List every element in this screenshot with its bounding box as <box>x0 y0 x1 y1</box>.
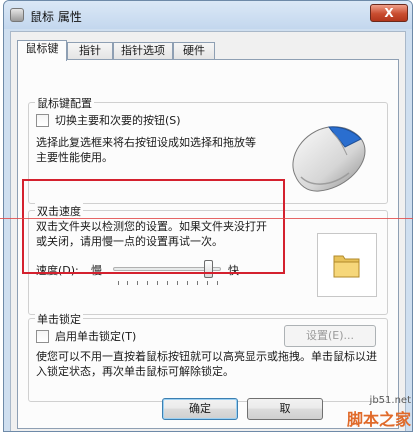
speed-slider-tick <box>127 281 128 285</box>
speed-slider-tick <box>187 281 188 285</box>
close-button[interactable]: X <box>370 4 408 22</box>
watermark: jb51.net 脚本之家 <box>347 395 411 430</box>
dialog-client-area: 鼠标键 指针 指针选项 硬件 鼠标键配置 切换主要和次要的按钮(S) 选择此复选… <box>10 31 406 431</box>
speed-slider-tick <box>157 281 158 285</box>
mouse-illustration <box>292 126 366 192</box>
button-config-group: 鼠标键配置 切换主要和次要的按钮(S) 选择此复选框来将右按钮设成如选择和拖放等… <box>28 95 388 204</box>
speed-slider-thumb[interactable] <box>204 260 213 278</box>
speed-slow-label: 慢 <box>91 264 102 277</box>
double-click-speed-slider[interactable] <box>113 259 221 287</box>
speed-slider-tick <box>137 281 138 285</box>
click-lock-settings-button[interactable]: 设置(E)... <box>284 325 376 347</box>
button-config-description: 选择此复选框来将右按钮设成如选择和拖放等主要性能使用。 <box>36 136 256 164</box>
title-bar[interactable]: 鼠标 属性 X <box>4 1 412 29</box>
tab-hardware[interactable]: 硬件 <box>173 42 215 60</box>
speed-slider-tick <box>177 281 178 285</box>
test-folder-area[interactable] <box>317 233 377 297</box>
speed-slider-tick <box>147 281 148 285</box>
mouse-app-icon <box>10 8 24 22</box>
cancel-button[interactable]: 取 <box>247 398 323 420</box>
double-click-group: 双击速度 双击文件夹以检测您的设置。如果文件夹没打开或关闭，请用慢一点的设置再试… <box>28 203 388 315</box>
double-click-title: 双击速度 <box>35 203 83 219</box>
double-click-description: 双击文件夹以检测您的设置。如果文件夹没打开或关闭，请用慢一点的设置再试一次。 <box>36 220 267 248</box>
speed-label: 速度(D): <box>36 264 79 277</box>
speed-slider-tick <box>207 281 208 285</box>
click-lock-group: 单击锁定 启用单击锁定(T) 设置(E)... 使您可以不用一直按着鼠标按钮就可… <box>28 311 388 402</box>
switch-buttons-checkbox[interactable] <box>36 114 49 127</box>
speed-slider-tick <box>217 281 218 285</box>
folder-icon[interactable] <box>332 250 362 280</box>
ok-button[interactable]: 确定 <box>162 398 238 420</box>
tab-pointers[interactable]: 指针 <box>67 42 113 60</box>
watermark-site-name: 脚本之家 <box>346 410 411 429</box>
button-config-title: 鼠标键配置 <box>35 95 94 111</box>
speed-slider-tick <box>167 281 168 285</box>
watermark-url: jb51.net <box>369 395 411 406</box>
click-lock-title: 单击锁定 <box>35 311 83 327</box>
tab-pointer-options[interactable]: 指针选项 <box>113 42 173 60</box>
mouse-properties-window: 鼠标 属性 X 鼠标键 指针 指针选项 硬件 鼠标键配置 切换主要和次要的按钮(… <box>3 0 413 432</box>
speed-slider-tick <box>197 281 198 285</box>
click-lock-checkbox[interactable] <box>36 330 49 343</box>
speed-slider-tick <box>118 281 119 285</box>
switch-buttons-label[interactable]: 切换主要和次要的按钮(S) <box>55 113 181 128</box>
click-lock-label[interactable]: 启用单击锁定(T) <box>55 329 136 344</box>
click-lock-description: 使您可以不用一直按着鼠标按钮就可以高亮显示或拖拽。单击鼠标以进入锁定状态，再次单… <box>36 350 377 378</box>
tab-buttons[interactable]: 鼠标键 <box>17 40 67 61</box>
buttons-tab-panel: 鼠标键配置 切换主要和次要的按钮(S) 选择此复选框来将右按钮设成如选择和拖放等… <box>17 59 399 429</box>
speed-fast-label: 快 <box>228 264 239 277</box>
window-title: 鼠标 属性 <box>30 10 82 24</box>
annotation-guide-line <box>0 218 413 219</box>
